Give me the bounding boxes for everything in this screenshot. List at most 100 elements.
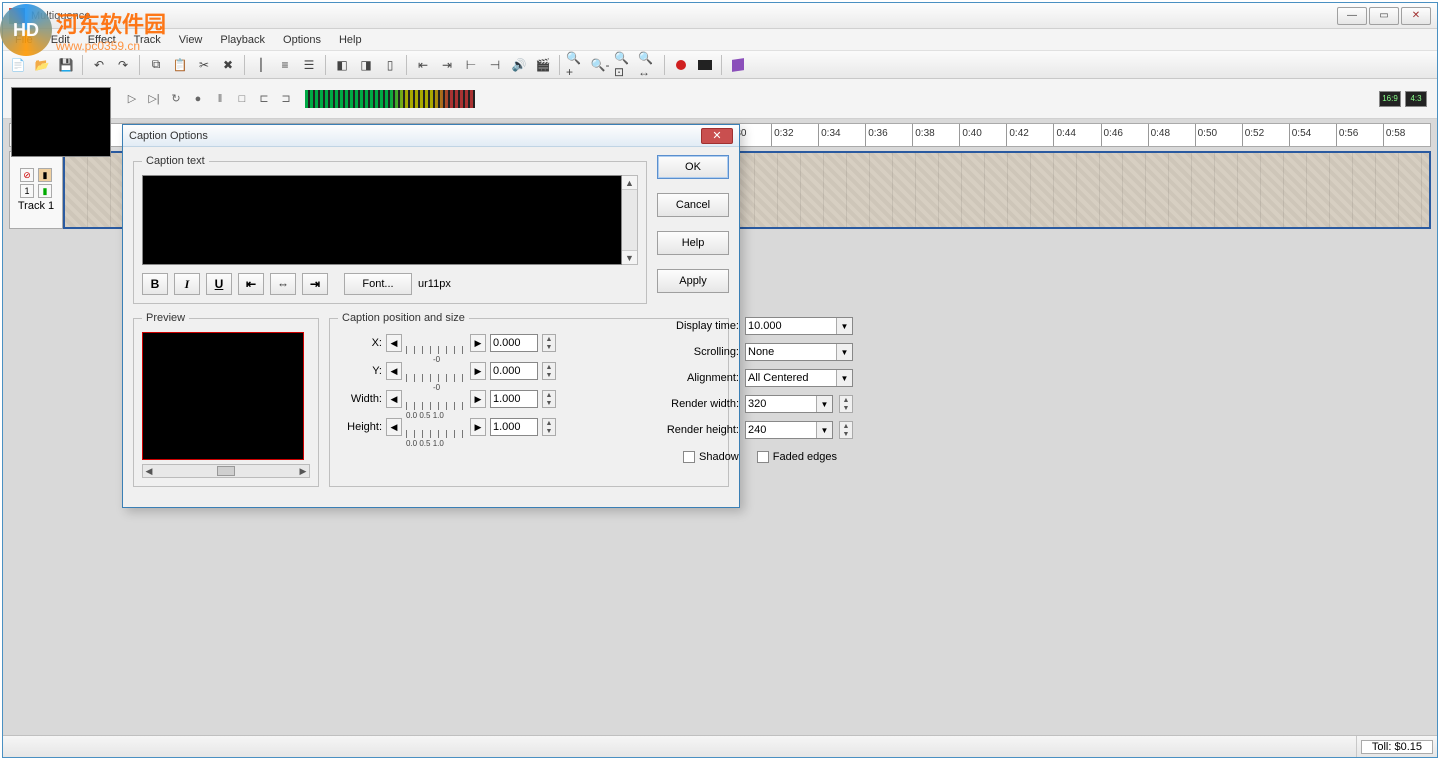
- tb-marker3[interactable]: ▯: [379, 54, 401, 76]
- menu-playback[interactable]: Playback: [212, 32, 273, 48]
- tb-save[interactable]: 💾: [55, 54, 77, 76]
- tb-open[interactable]: 📂: [31, 54, 53, 76]
- tb-undo[interactable]: ↶: [88, 54, 110, 76]
- underline-button[interactable]: U: [206, 273, 232, 295]
- display-time-combo[interactable]: 10.000▼: [745, 317, 853, 335]
- tb-video[interactable]: 🎬: [532, 54, 554, 76]
- scroll-thumb[interactable]: [217, 466, 235, 476]
- render-width-combo[interactable]: 320▼: [745, 395, 833, 413]
- height-spinner[interactable]: ▲▼: [542, 418, 556, 436]
- italic-button[interactable]: I: [174, 273, 200, 295]
- tb-start[interactable]: ⇤: [412, 54, 434, 76]
- faded-edges-checkbox[interactable]: [757, 451, 769, 463]
- pb-playsel[interactable]: ▷|: [145, 90, 163, 108]
- dropdown-icon[interactable]: ▼: [816, 396, 832, 412]
- close-button[interactable]: ✕: [1401, 7, 1431, 25]
- menu-track[interactable]: Track: [126, 32, 169, 48]
- tb-end[interactable]: ⇥: [436, 54, 458, 76]
- pb-end[interactable]: ⊐: [277, 90, 295, 108]
- tb-marker1[interactable]: ◧: [331, 54, 353, 76]
- dialog-titlebar[interactable]: Caption Options ✕: [123, 125, 739, 147]
- cancel-button[interactable]: Cancel: [657, 193, 729, 217]
- pb-start[interactable]: ⊏: [255, 90, 273, 108]
- scroll-down-icon[interactable]: ▼: [622, 250, 637, 264]
- y-slider[interactable]: -0: [406, 360, 466, 382]
- level-icon[interactable]: ▮: [38, 184, 52, 198]
- y-spinner[interactable]: ▲▼: [542, 362, 556, 380]
- align-right-button[interactable]: ⇥: [302, 273, 328, 295]
- dropdown-icon[interactable]: ▼: [816, 422, 832, 438]
- bold-button[interactable]: B: [142, 273, 168, 295]
- x-spinner[interactable]: ▲▼: [542, 334, 556, 352]
- alignment-combo[interactable]: All Centered▼: [745, 369, 853, 387]
- align-center-button[interactable]: ⇔: [270, 273, 296, 295]
- scrolling-combo[interactable]: None▼: [745, 343, 853, 361]
- track-header[interactable]: ⊘ ▮ 1 ▮ Track 1: [9, 151, 63, 229]
- pb-play[interactable]: ▷: [123, 90, 141, 108]
- x-input[interactable]: [490, 334, 538, 352]
- height-increment[interactable]: ▶: [470, 418, 486, 436]
- tb-next[interactable]: ⊣: [484, 54, 506, 76]
- ok-button[interactable]: OK: [657, 155, 729, 179]
- scroll-up-icon[interactable]: ▲: [622, 176, 637, 190]
- y-increment[interactable]: ▶: [470, 362, 486, 380]
- shadow-checkbox[interactable]: [683, 451, 695, 463]
- tb-copy[interactable]: ⧉: [145, 54, 167, 76]
- tb-cut[interactable]: ✂: [193, 54, 215, 76]
- x-slider[interactable]: -0: [406, 332, 466, 354]
- menu-edit[interactable]: Edit: [43, 32, 78, 48]
- mute-icon[interactable]: ⊘: [20, 168, 34, 182]
- tb-zoomsel[interactable]: 🔍⊡: [613, 54, 635, 76]
- width-spinner[interactable]: ▲▼: [542, 390, 556, 408]
- pb-stop[interactable]: □: [233, 90, 251, 108]
- width-decrement[interactable]: ◀: [386, 390, 402, 408]
- pb-pause[interactable]: ‖: [211, 90, 229, 108]
- width-input[interactable]: [490, 390, 538, 408]
- menu-view[interactable]: View: [171, 32, 211, 48]
- tb-zoomfit[interactable]: 🔍↔: [637, 54, 659, 76]
- solo-icon[interactable]: ▮: [38, 168, 52, 182]
- tb-merge[interactable]: ≡: [274, 54, 296, 76]
- aspect-16-9[interactable]: 16:9: [1379, 91, 1401, 107]
- width-increment[interactable]: ▶: [470, 390, 486, 408]
- height-input[interactable]: [490, 418, 538, 436]
- tb-prev[interactable]: ⊢: [460, 54, 482, 76]
- tb-marker2[interactable]: ◨: [355, 54, 377, 76]
- x-decrement[interactable]: ◀: [386, 334, 402, 352]
- render-height-spinner[interactable]: ▲▼: [839, 421, 853, 439]
- tb-record[interactable]: [670, 54, 692, 76]
- x-increment[interactable]: ▶: [470, 334, 486, 352]
- align-left-button[interactable]: ⇤: [238, 273, 264, 295]
- menu-file[interactable]: File: [7, 32, 41, 48]
- height-decrement[interactable]: ◀: [386, 418, 402, 436]
- height-slider[interactable]: 0.0 0.5 1.0: [406, 416, 466, 438]
- preview-hscroll[interactable]: ◀ ▶: [142, 464, 310, 478]
- tb-split[interactable]: ⎮: [250, 54, 272, 76]
- dropdown-icon[interactable]: ▼: [836, 344, 852, 360]
- tb-help[interactable]: [727, 54, 749, 76]
- dropdown-icon[interactable]: ▼: [836, 370, 852, 386]
- render-width-spinner[interactable]: ▲▼: [839, 395, 853, 413]
- scroll-right-icon[interactable]: ▶: [297, 466, 309, 477]
- apply-button[interactable]: Apply: [657, 269, 729, 293]
- tb-zoomout[interactable]: 🔍-: [589, 54, 611, 76]
- aspect-4-3[interactable]: 4:3: [1405, 91, 1427, 107]
- tb-zoomin[interactable]: 🔍+: [565, 54, 587, 76]
- pb-rec[interactable]: ●: [189, 90, 207, 108]
- tb-props[interactable]: ☰: [298, 54, 320, 76]
- pb-loop[interactable]: ↻: [167, 90, 185, 108]
- menu-help[interactable]: Help: [331, 32, 370, 48]
- scroll-left-icon[interactable]: ◀: [143, 466, 155, 477]
- tb-new[interactable]: 📄: [7, 54, 29, 76]
- dropdown-icon[interactable]: ▼: [836, 318, 852, 334]
- tb-camera[interactable]: [694, 54, 716, 76]
- y-input[interactable]: [490, 362, 538, 380]
- menu-options[interactable]: Options: [275, 32, 329, 48]
- y-decrement[interactable]: ◀: [386, 362, 402, 380]
- minimize-button[interactable]: —: [1337, 7, 1367, 25]
- maximize-button[interactable]: ▭: [1369, 7, 1399, 25]
- render-height-combo[interactable]: 240▼: [745, 421, 833, 439]
- menu-effect[interactable]: Effect: [80, 32, 124, 48]
- tb-redo[interactable]: ↷: [112, 54, 134, 76]
- caption-vscroll[interactable]: ▲ ▼: [622, 175, 638, 265]
